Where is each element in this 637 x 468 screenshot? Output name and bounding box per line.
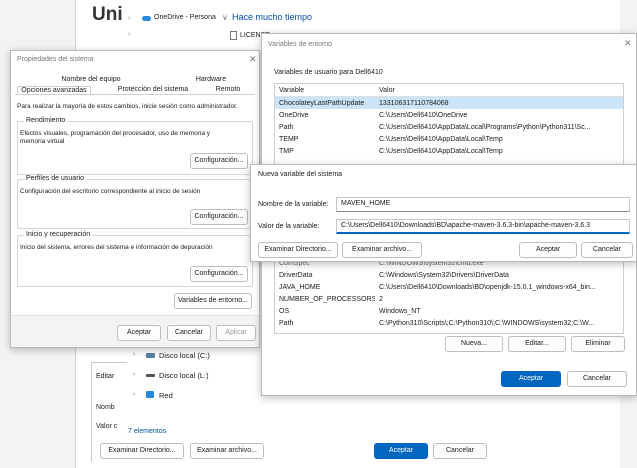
dialog-title: Propiedades del sistema — [17, 56, 94, 63]
profiles-label: Perfiles de usuario — [24, 175, 86, 182]
close-icon[interactable]: ✕ — [249, 54, 257, 65]
network-icon — [146, 391, 154, 398]
chevron-right-icon[interactable]: › — [133, 351, 135, 358]
ok-button[interactable]: Aceptar — [501, 371, 561, 387]
chevron-right-icon: › — [128, 31, 131, 38]
onedrive-cloud-icon — [142, 16, 151, 21]
drive-icon — [146, 374, 155, 377]
edit-value-label: Valor c — [96, 423, 118, 430]
variable-value-input[interactable]: C:\Users\Dell6410\Downloads\BD\apache-ma… — [336, 219, 630, 234]
edit-name-label: Nomb — [96, 404, 115, 411]
delete-system-variable-button[interactable]: Eliminar — [571, 336, 625, 352]
performance-settings-button[interactable]: Configuración... — [190, 153, 248, 169]
breadcrumb-location[interactable]: OneDrive - Persona — [154, 14, 216, 21]
browse-file-button-behind[interactable]: Examinar archivo... — [190, 443, 264, 459]
status-bar-count: 7 elementos — [128, 428, 167, 435]
ok-button[interactable]: Aceptar — [519, 242, 577, 258]
system-variables-table: ComSpec C:\WINDOWS\system32\cmd.exe Drive… — [275, 257, 623, 329]
performance-label: Rendimiento — [24, 117, 68, 124]
variable-value-label: Valor de la variable: — [258, 223, 320, 230]
profiles-desc: Configuración del escritorio correspondi… — [20, 188, 201, 195]
startup-desc: Inicio del sistema, errores del sistema … — [20, 244, 213, 251]
edit-system-variable-button[interactable]: Editar... — [508, 336, 566, 352]
tab-remote[interactable]: Remoto — [203, 86, 253, 93]
browse-file-button[interactable]: Examinar archivo... — [342, 242, 422, 258]
tab-hardware[interactable]: Hardware — [171, 76, 251, 83]
tree-item-drive-c[interactable]: Disco local (C:) — [159, 351, 210, 360]
new-system-variable-button[interactable]: Nueva... — [445, 336, 503, 352]
browse-directory-button[interactable]: Examinar Directorio... — [258, 242, 338, 258]
table-row[interactable]: Path C:\Users\Dell6410\AppData\Local\Prog… — [275, 121, 623, 133]
cancel-button[interactable]: Cancelar — [167, 325, 211, 341]
path-item[interactable]: Hace mucho tiempo — [232, 12, 312, 22]
profiles-group: Perfiles de usuario Configuración del es… — [17, 175, 253, 229]
performance-desc: Efectos visuales, programación del proce… — [20, 130, 211, 145]
tab-computer-name[interactable]: Nombre del equipo — [51, 76, 131, 83]
column-header-value[interactable]: Valor — [375, 84, 623, 97]
tab-advanced[interactable]: Opciones avanzadas — [17, 86, 91, 94]
table-row[interactable]: OneDrive C:\Users\Dell6410\OneDrive — [275, 109, 623, 121]
dialog-title: Variables de entorno — [268, 41, 333, 48]
user-variables-table: Variable Valor ChocolateyLastPathUpdate 1… — [275, 84, 623, 157]
chevron-right-icon: › — [128, 15, 131, 22]
chevron-right-icon[interactable]: › — [133, 371, 135, 378]
startup-settings-button[interactable]: Configuración... — [190, 266, 248, 282]
table-row[interactable]: ChocolateyLastPathUpdate 1331063171107840… — [275, 96, 623, 109]
close-icon[interactable]: ✕ — [624, 38, 632, 49]
ok-button[interactable]: Aceptar — [117, 325, 161, 341]
tab-system-protection[interactable]: Protección del sistema — [107, 86, 199, 93]
admin-note: Para realizar la mayoría de estos cambio… — [17, 103, 238, 110]
table-row[interactable]: JAVA_HOME C:\Users\Dell6410\Downloads\BD\… — [275, 281, 623, 293]
explorer-title: Uni — [92, 4, 123, 25]
user-variables-list[interactable]: Variable Valor ChocolateyLastPathUpdate 1… — [274, 83, 624, 167]
tree-item-network[interactable]: Red — [159, 391, 173, 400]
user-variables-section: Variables de usuario para Dell6410 — [274, 69, 383, 76]
table-row[interactable]: Path C:\Python310\Scripts\;C:\Python310\;… — [275, 317, 623, 329]
startup-label: Inicio y recuperación — [24, 231, 93, 238]
chevron-down-icon[interactable]: ∨ — [222, 13, 228, 22]
chevron-right-icon[interactable]: › — [133, 391, 135, 398]
environment-variables-button[interactable]: Variables de entorno... — [174, 293, 252, 309]
variable-name-label: Nombre de la variable: — [258, 201, 329, 208]
cancel-button[interactable]: Cancelar — [567, 371, 627, 387]
tree-item-drive-l[interactable]: Disco local (L:) — [159, 371, 209, 380]
performance-group: Rendimiento Efectos visuales, programaci… — [17, 117, 253, 175]
ok-button-behind[interactable]: Aceptar — [374, 443, 428, 459]
table-header: Variable Valor — [275, 84, 623, 97]
file-icon — [230, 31, 237, 40]
system-variables-list[interactable]: ComSpec C:\WINDOWS\system32\cmd.exe Drive… — [274, 256, 624, 334]
variable-name-input[interactable]: MAVEN_HOME — [336, 197, 630, 212]
cancel-button-behind[interactable]: Cancelar — [433, 443, 487, 459]
browse-directory-button-behind[interactable]: Examinar Directorio... — [100, 443, 184, 459]
table-row[interactable]: TEMP C:\Users\Dell6410\AppData\Local\Temp — [275, 133, 623, 145]
cancel-button[interactable]: Cancelar — [581, 242, 633, 258]
startup-group: Inicio y recuperación Inicio del sistema… — [17, 231, 253, 287]
table-row[interactable]: NUMBER_OF_PROCESSORS 2 — [275, 293, 623, 305]
profiles-settings-button[interactable]: Configuración... — [190, 209, 248, 225]
new-system-variable-dialog: Nueva variable del sistema Nombre de la … — [250, 164, 637, 262]
edit-dialog-title: Editar — [96, 373, 115, 380]
apply-button[interactable]: Aplicar — [216, 325, 256, 341]
dialog-title: Nueva variable del sistema — [258, 171, 343, 178]
system-properties-dialog: Propiedades del sistema ✕ Nombre del equ… — [10, 50, 260, 348]
column-header-variable[interactable]: Variable — [275, 84, 375, 97]
table-row[interactable]: DriverData C:\Windows\System32\Drivers\Dr… — [275, 269, 623, 281]
table-row[interactable]: OS Windows_NT — [275, 305, 623, 317]
drive-icon — [146, 353, 155, 358]
table-row[interactable]: TMP C:\Users\Dell6410\AppData\Local\Temp — [275, 145, 623, 157]
